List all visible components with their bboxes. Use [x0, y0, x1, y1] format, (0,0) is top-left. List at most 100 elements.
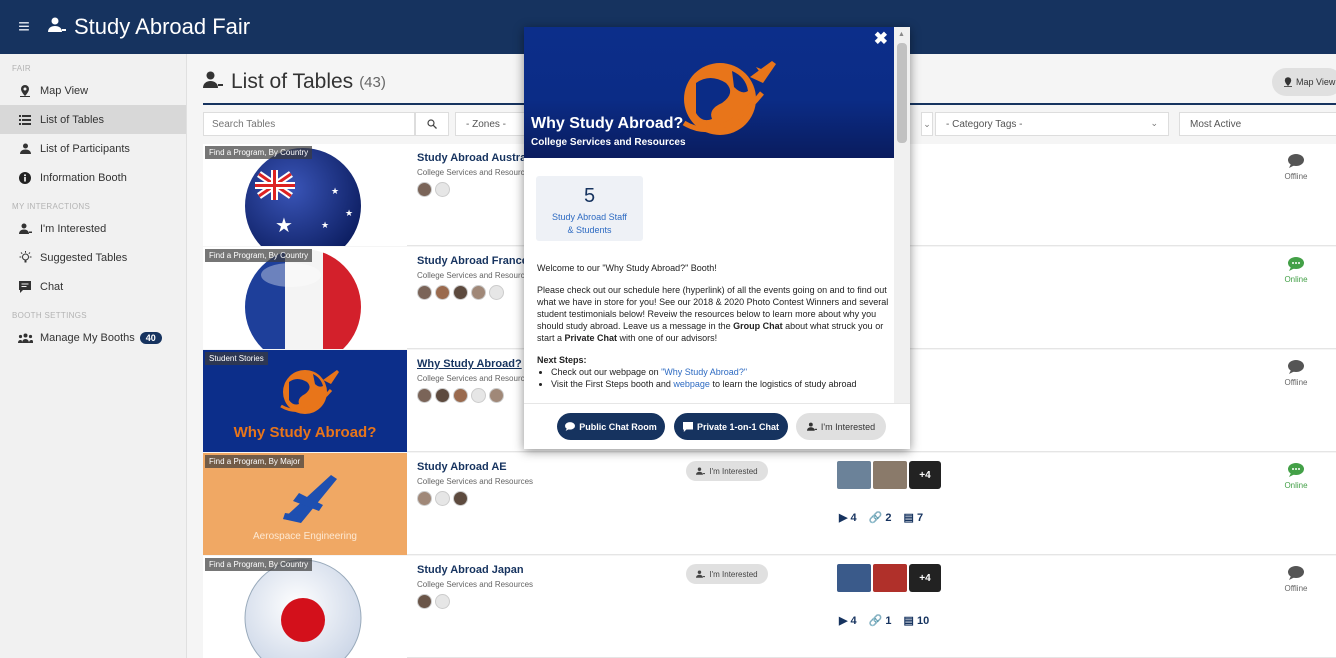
im-interested-button[interactable]: I'm Interested — [686, 564, 768, 584]
sidebar-item-information-booth[interactable]: Information Booth — [0, 163, 186, 192]
person-check-icon — [696, 467, 706, 475]
lightbulb-icon — [16, 251, 34, 264]
staff-avatars — [417, 594, 450, 609]
sidebar-item-label: Chat — [40, 280, 64, 293]
avatar[interactable] — [417, 388, 432, 403]
status-indicator: Offline — [1271, 360, 1321, 387]
table-row[interactable]: Find a Program, By Major Aerospace Engin… — [203, 453, 1336, 555]
avatar[interactable] — [471, 285, 486, 300]
category-tag: Find a Program, By Country — [205, 249, 313, 262]
svg-text:★: ★ — [321, 221, 329, 231]
list-icon — [16, 114, 34, 125]
booth-category: College Services and Resources — [417, 168, 534, 177]
im-interested-button[interactable]: I'm Interested — [686, 461, 768, 481]
private-chat-label: Private 1-on-1 Chat — [696, 421, 780, 432]
booth-thumbnail: Find a Program, By Country — [203, 247, 407, 349]
sidebar-item-im-interested[interactable]: I'm Interested — [0, 214, 186, 243]
category-tags-label: - Category Tags - — [946, 119, 1023, 130]
sidebar-item-list-of-participants[interactable]: List of Participants — [0, 134, 186, 163]
more-media-button[interactable]: +4 — [909, 461, 941, 489]
public-chat-room-button[interactable]: Public Chat Room — [557, 413, 665, 440]
sidebar-item-map-view[interactable]: Map View — [0, 76, 186, 105]
description-paragraph: Please check out our schedule here (hype… — [537, 285, 889, 343]
thumbnail-caption: Aerospace Engineering — [253, 531, 357, 542]
zones-dropdown[interactable]: - Zones - — [455, 112, 535, 136]
status-indicator: Online — [1271, 257, 1321, 284]
status-indicator: Offline — [1271, 566, 1321, 593]
sort-dropdown[interactable]: Most Active — [1179, 112, 1336, 136]
why-study-abroad-link[interactable]: "Why Study Abroad?" — [661, 367, 747, 377]
link-count: 🔗 1 — [868, 615, 892, 627]
status-text: Offline — [1284, 378, 1308, 387]
sidebar-item-chat[interactable]: Chat — [0, 272, 186, 301]
avatar[interactable] — [453, 388, 468, 403]
search-button[interactable] — [415, 112, 449, 136]
booth-thumbnail: Student Stories Why Study Abroad? — [203, 350, 407, 452]
staff-avatars — [417, 491, 468, 506]
map-pin-icon — [16, 84, 34, 97]
list-item: Visit the First Steps booth and webpage … — [551, 378, 891, 390]
doc-count: ▤ 10 — [903, 615, 930, 627]
status-indicator: Online — [1271, 463, 1321, 490]
video-count: ▶ 4 — [839, 512, 857, 524]
map-view-button[interactable]: Map View — [1272, 68, 1336, 96]
staff-count-card[interactable]: 5 Study Abroad Staff & Students — [536, 176, 643, 241]
avatar[interactable] — [435, 388, 450, 403]
chat-icon — [682, 421, 693, 432]
category-tags-dropdown[interactable]: - Category Tags - ⌄ — [935, 112, 1169, 136]
booth-name-link[interactable]: Why Study Abroad? — [417, 358, 522, 370]
sidebar-item-list-of-tables[interactable]: List of Tables — [0, 105, 186, 134]
sidebar-item-label: Information Booth — [40, 171, 127, 184]
welcome-text: Welcome to our "Why Study Abroad?" Booth… — [537, 263, 717, 273]
avatar[interactable] — [435, 285, 450, 300]
more-media-button[interactable]: +4 — [909, 564, 941, 592]
close-icon[interactable]: ✖ — [874, 29, 888, 49]
avatar[interactable] — [489, 285, 504, 300]
avatar[interactable] — [417, 285, 432, 300]
chat-bubble-icon — [1271, 566, 1321, 582]
booth-name-link[interactable]: Study Abroad AE — [417, 461, 507, 473]
table-row[interactable]: Find a Program, By Country Study Abroad … — [203, 556, 1336, 658]
avatar[interactable] — [417, 491, 432, 506]
avatar[interactable] — [435, 594, 450, 609]
category-tag: Find a Program, By Major — [205, 455, 305, 468]
avatar[interactable] — [453, 491, 468, 506]
map-view-button-label: Map View — [1296, 77, 1336, 87]
media-thumbnail[interactable] — [837, 564, 871, 592]
modal-scrollbar[interactable]: ▲ — [894, 27, 910, 403]
search-input[interactable] — [203, 112, 415, 136]
webpage-link[interactable]: webpage — [673, 379, 710, 389]
sidebar-item-manage-my-booths[interactable]: Manage My Booths 40 — [0, 323, 186, 352]
avatar[interactable] — [489, 388, 504, 403]
australia-flag-globe: ★ ★ ★ ★ — [245, 148, 361, 246]
sidebar: FAIR Map View List of Tables List of Par… — [0, 54, 187, 658]
search-icon — [427, 119, 437, 129]
modal-description: Welcome to our "Why Study Abroad?" Booth… — [537, 262, 891, 390]
hamburger-menu-icon[interactable]: ≡ — [0, 16, 48, 39]
scroll-up-icon[interactable]: ▲ — [898, 31, 905, 38]
avatar[interactable] — [453, 285, 468, 300]
booth-name-link[interactable]: Study Abroad Japan — [417, 564, 524, 576]
media-thumbnail[interactable] — [873, 461, 907, 489]
avatar[interactable] — [471, 388, 486, 403]
public-chat-room-label: Public Chat Room — [579, 421, 657, 432]
im-interested-button[interactable]: I'm Interested — [796, 413, 886, 440]
staff-avatars — [417, 388, 504, 403]
next-steps-heading: Next Steps: — [537, 355, 587, 365]
avatar[interactable] — [417, 594, 432, 609]
modal-header: ✖ Why Study Abroad? College Services and… — [524, 27, 894, 158]
chevron-down-icon[interactable]: ⌄ — [921, 112, 933, 136]
avatar[interactable] — [417, 182, 432, 197]
thumbnail-caption: Why Study Abroad? — [233, 424, 377, 441]
avatar[interactable] — [435, 491, 450, 506]
private-chat-button[interactable]: Private 1-on-1 Chat — [674, 413, 788, 440]
booth-name-link[interactable]: Study Abroad Australia — [417, 152, 538, 164]
avatar[interactable] — [435, 182, 450, 197]
booth-name-link[interactable]: Study Abroad France — [417, 255, 528, 267]
booth-thumbnail: Find a Program, By Major Aerospace Engin… — [203, 453, 407, 555]
media-thumbnail[interactable] — [873, 564, 907, 592]
person-icon — [48, 17, 66, 38]
scrollbar-thumb[interactable] — [897, 43, 907, 143]
sidebar-item-suggested-tables[interactable]: Suggested Tables — [0, 243, 186, 272]
media-thumbnail[interactable] — [837, 461, 871, 489]
